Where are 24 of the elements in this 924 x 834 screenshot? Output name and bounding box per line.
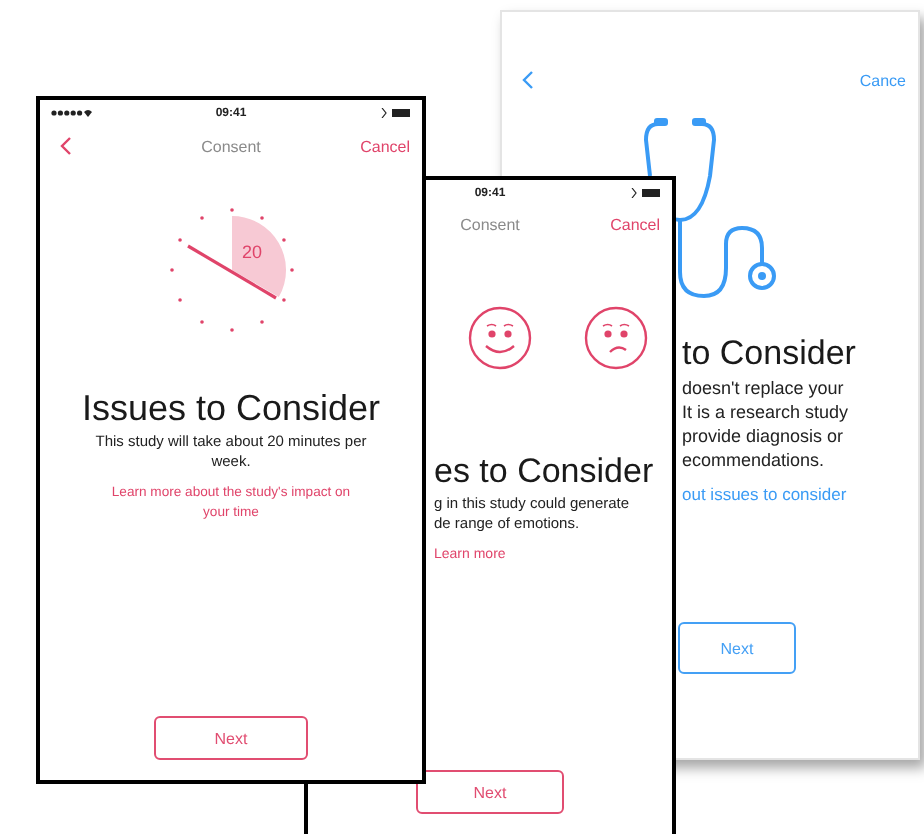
signal-icon [50, 108, 94, 118]
smiley-face-icon [468, 306, 532, 370]
screen-title: Issues to Consider [81, 386, 381, 432]
nav-title: Consent [460, 215, 520, 233]
battery-icon [630, 188, 662, 198]
cancel-link[interactable]: Cancel [610, 215, 660, 233]
battery-icon [380, 108, 412, 118]
minutes-label: 20 [241, 242, 261, 262]
screen-title: es to Consider [434, 450, 654, 494]
next-button[interactable]: Next [154, 716, 308, 760]
body-text: provide diagnosis or [682, 424, 844, 449]
next-button[interactable]: Next [678, 622, 796, 674]
sad-face-icon [584, 306, 648, 370]
learn-more-link[interactable]: out issues to consider [682, 484, 847, 508]
screen-title: to Consider [682, 332, 856, 376]
cancel-link[interactable]: Cance [859, 71, 906, 89]
back-icon[interactable] [60, 136, 72, 156]
body-text: It is a research study [682, 400, 849, 425]
cancel-link[interactable]: Cancel [360, 137, 410, 155]
back-icon[interactable] [522, 70, 534, 90]
nav-title: Consent [201, 137, 261, 155]
body-text: doesn't replace your [682, 376, 844, 401]
next-button[interactable]: Next [416, 770, 564, 814]
body-text: ecommendations. [682, 448, 825, 473]
